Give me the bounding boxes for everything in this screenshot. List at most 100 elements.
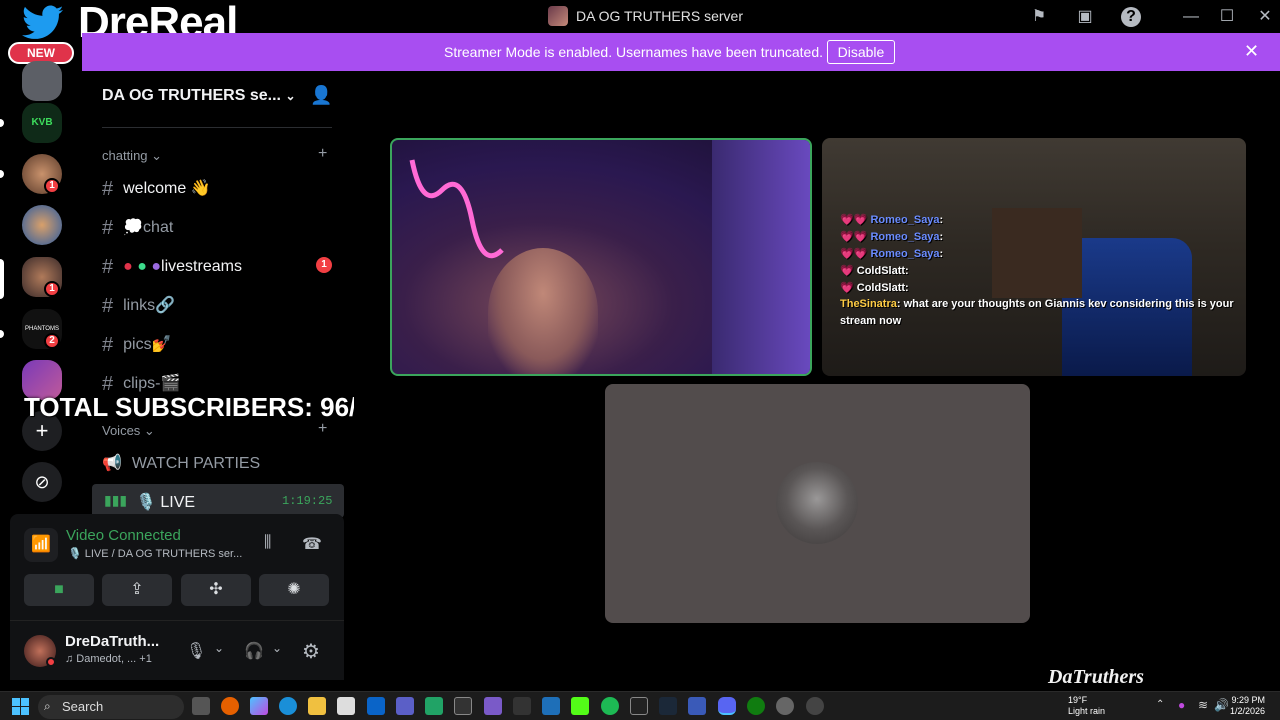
- copilot-icon[interactable]: [250, 697, 268, 715]
- voice-status[interactable]: Video Connected: [66, 527, 181, 544]
- maximize-icon[interactable]: ☐: [1216, 6, 1238, 28]
- video-tile-streamer[interactable]: [390, 138, 812, 376]
- server-name[interactable]: DA OG TRUTHERS se... ⌄: [102, 87, 296, 105]
- kick-icon[interactable]: [571, 697, 589, 715]
- soundboard-button[interactable]: ✺: [259, 574, 329, 606]
- firefox-icon[interactable]: [221, 697, 239, 715]
- stream-chat-line: 💗 ColdSlatt:: [840, 265, 909, 277]
- channel-pics[interactable]: # pics💅: [102, 334, 172, 357]
- spotify-icon[interactable]: [601, 697, 619, 715]
- invite-icon[interactable]: 👤: [310, 85, 332, 106]
- watermark-logo: DaTruthers: [1048, 666, 1144, 688]
- stream-chat-line: 💗 ColdSlatt:: [840, 282, 909, 294]
- soundboard-icon: ✺: [287, 581, 301, 598]
- door-graphic: [712, 140, 810, 374]
- settings-icon[interactable]: [776, 697, 794, 715]
- unread-pill: [0, 119, 4, 127]
- help-icon[interactable]: ?: [1121, 7, 1141, 27]
- unread-pill: [0, 170, 4, 178]
- dresser-graphic: [992, 208, 1082, 298]
- channel-welcome[interactable]: # welcome 👋: [102, 178, 211, 201]
- activities-icon: ✣: [209, 581, 223, 598]
- taskbar-search[interactable]: Search: [38, 695, 184, 719]
- task-view-icon[interactable]: [192, 697, 210, 715]
- app-icon[interactable]: [806, 697, 824, 715]
- disconnect-icon[interactable]: ☎: [302, 534, 322, 554]
- app-icon[interactable]: [454, 697, 472, 715]
- close-icon[interactable]: ✕: [1244, 41, 1259, 62]
- category-chatting[interactable]: chatting ⌄: [102, 148, 162, 164]
- streamer-mode-message: Streamer Mode is enabled. Usernames have…: [444, 44, 823, 60]
- inbox-icon[interactable]: ▣: [1074, 6, 1096, 28]
- channel-livestreams[interactable]: # ● ● ●livestreams: [102, 256, 242, 279]
- username[interactable]: DreDaTruth...: [65, 633, 159, 650]
- weather-widget[interactable]: 19°F Light rain: [1068, 695, 1105, 717]
- photos-icon[interactable]: [542, 697, 560, 715]
- signal-icon[interactable]: 📶: [24, 528, 58, 562]
- file-explorer-icon[interactable]: [308, 697, 326, 715]
- chevron-down-icon: ⌄: [285, 89, 296, 103]
- store-icon[interactable]: [337, 697, 355, 715]
- share-screen-button[interactable]: ⇪: [102, 574, 172, 606]
- chevron-up-icon[interactable]: ⌃: [1156, 699, 1164, 710]
- server-icon-avatar[interactable]: [22, 205, 62, 245]
- teams-icon[interactable]: [396, 697, 414, 715]
- noise-suppression-icon[interactable]: ⫼: [264, 534, 271, 552]
- windows-start-icon[interactable]: [12, 698, 29, 715]
- taskbar-clock[interactable]: 9:29 PM 1/2/2026: [1230, 695, 1265, 717]
- discover-icon[interactable]: ⊘: [22, 462, 62, 502]
- edge-icon[interactable]: [279, 697, 297, 715]
- stream-chat-line: TheSinatra: what are your thoughts on Gi…: [840, 298, 1234, 310]
- hash-icon: #: [102, 178, 114, 200]
- xbox-icon[interactable]: [747, 697, 765, 715]
- taskbar: Search ⌕ 19°F Light rain ⌃ ● ≋ 🔊 9:29 PM 1…: [0, 691, 1280, 720]
- disable-streamer-mode-button[interactable]: Disable: [827, 40, 895, 64]
- server-badge: 2: [44, 333, 60, 349]
- emoji-dots-icon: ●: [123, 258, 133, 275]
- microphone-icon[interactable]: 🎙: [186, 641, 206, 661]
- close-icon[interactable]: ✕: [1254, 6, 1276, 28]
- subscriber-overlay: TOTAL SUBSCRIBERS: 96/100: [24, 392, 400, 422]
- volume-icon[interactable]: 🔊: [1214, 698, 1229, 712]
- channel-links[interactable]: # links🔗: [102, 295, 175, 318]
- epic-games-icon[interactable]: [630, 697, 648, 715]
- hash-icon: #: [102, 295, 114, 317]
- voice-panel: 📶 Video Connected 🎙️ LIVE / DA OG TRUTHE…: [10, 514, 344, 620]
- activities-button[interactable]: ✣: [181, 574, 251, 606]
- wifi-icon[interactable]: ≋: [1198, 698, 1208, 712]
- server-icon-top[interactable]: [22, 61, 62, 101]
- channel-badge: 1: [316, 257, 332, 273]
- hash-icon: #: [102, 334, 114, 356]
- chevron-down-icon[interactable]: ⌄: [272, 641, 282, 655]
- participant-avatar: [776, 462, 858, 544]
- screen-share-icon: ⇪: [130, 581, 144, 598]
- user-panel: DreDaTruth... ♫ Damedot, ... +1 🎙 ⌄ 🎧 ⌄ …: [10, 620, 344, 680]
- category-voices[interactable]: Voices ⌄: [102, 423, 155, 439]
- status-dnd-icon: [46, 657, 56, 667]
- server-icon-kvb[interactable]: KVB: [22, 103, 62, 143]
- camera-button[interactable]: ■: [24, 574, 94, 606]
- outlook-icon[interactable]: [367, 697, 385, 715]
- minimize-icon[interactable]: —: [1180, 6, 1202, 28]
- twitter-bird-icon: [22, 5, 64, 39]
- tray-app-icon[interactable]: ●: [1178, 698, 1185, 712]
- chevron-down-icon[interactable]: ⌄: [214, 641, 224, 655]
- channel-watch-parties[interactable]: 📢 WATCH PARTIES: [102, 453, 260, 473]
- add-channel-icon[interactable]: +: [318, 145, 327, 163]
- discord-icon[interactable]: [718, 697, 736, 715]
- server-badge: 1: [44, 178, 60, 194]
- steam-icon[interactable]: [659, 697, 677, 715]
- app-icon[interactable]: [513, 697, 531, 715]
- gear-icon[interactable]: ⚙: [302, 639, 320, 664]
- app-icon[interactable]: [425, 697, 443, 715]
- headphones-icon[interactable]: 🎧: [244, 641, 264, 661]
- flag-icon[interactable]: ⚑: [1028, 6, 1050, 28]
- channel-live[interactable]: ▮▮▮ 🎙️ LIVE 1:19:25: [92, 484, 344, 518]
- app-icon[interactable]: [484, 697, 502, 715]
- channel-chat[interactable]: # 💭chat: [102, 217, 173, 240]
- live-channel-label: 🎙️ LIVE: [136, 494, 196, 511]
- stream-chat-line: 💗💗 Romeo_Saya:: [840, 248, 944, 260]
- app-icon[interactable]: [688, 697, 706, 715]
- hash-icon: #: [102, 217, 114, 239]
- voice-location[interactable]: 🎙️ LIVE / DA OG TRUTHERS ser...: [68, 547, 242, 560]
